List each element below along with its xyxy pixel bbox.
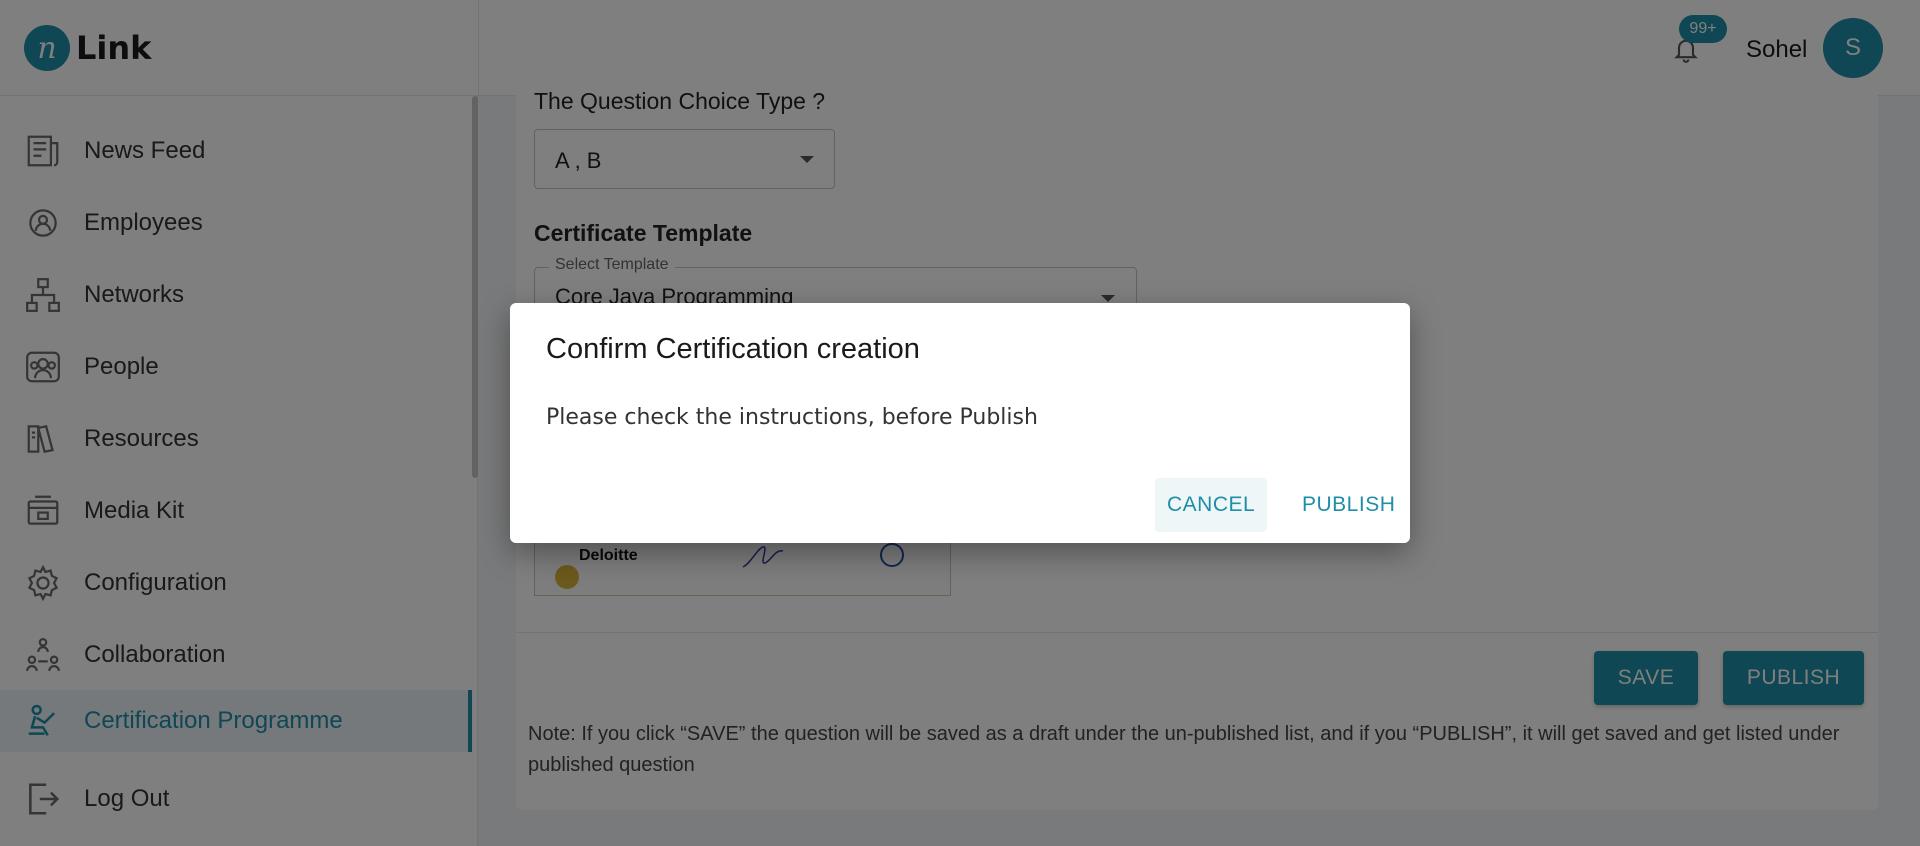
confirm-dialog: Confirm Certification creation Please ch… bbox=[510, 303, 1410, 543]
dialog-title: Confirm Certification creation bbox=[546, 333, 920, 365]
dialog-publish-button[interactable]: PUBLISH bbox=[1290, 478, 1407, 532]
dialog-message: Please check the instructions, before Pu… bbox=[546, 405, 1038, 430]
cancel-button[interactable]: CANCEL bbox=[1155, 478, 1268, 532]
